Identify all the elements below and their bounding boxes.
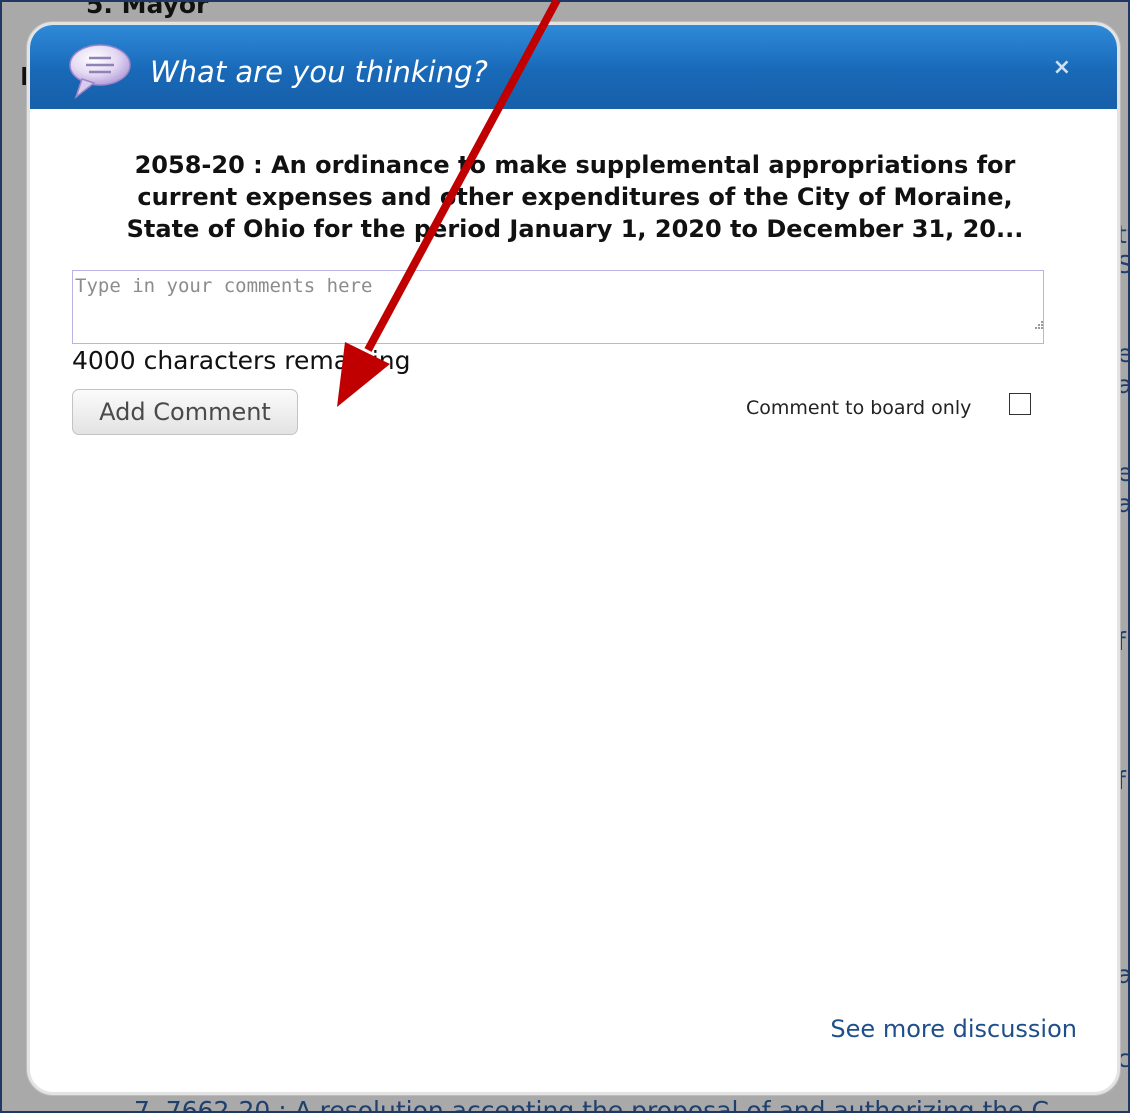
see-more-discussion-link[interactable]: See more discussion	[830, 1015, 1077, 1043]
board-only-label: Comment to board only	[746, 397, 972, 419]
comment-input[interactable]	[72, 270, 1044, 344]
dialog-title: What are you thinking?	[150, 55, 488, 89]
resize-grip-icon[interactable]	[1033, 321, 1043, 331]
comment-dialog: What are you thinking? × 2058-20 : An or…	[27, 22, 1120, 1095]
characters-remaining: 4000 characters remaining	[72, 346, 411, 375]
background-agenda-item-7[interactable]: 7. 7662-20 : A resolution accepting the …	[134, 1096, 1049, 1111]
heading-line: 2058-20 : An ordinance to make supplemen…	[134, 151, 1016, 179]
heading-line: State of Ohio for the period January 1, …	[126, 215, 1024, 243]
item-heading: 2058-20 : An ordinance to make supplemen…	[70, 149, 1080, 245]
speech-bubble-icon	[69, 44, 131, 99]
close-icon[interactable]: ×	[1053, 55, 1071, 80]
dialog-titlebar: What are you thinking? ×	[30, 25, 1117, 109]
heading-line: current expenses and other expenditures …	[137, 183, 1013, 211]
board-only-checkbox[interactable]	[1009, 393, 1031, 415]
add-comment-button[interactable]: Add Comment	[72, 389, 298, 435]
background-heading-mayor: 5. Mayor	[86, 0, 209, 19]
